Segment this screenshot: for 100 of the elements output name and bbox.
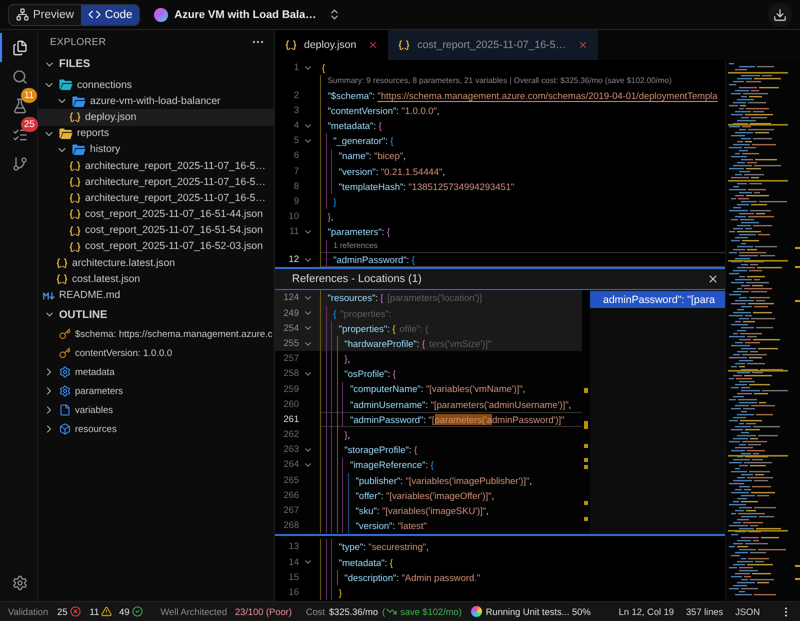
tree-item[interactable]: cost_report_2025-11-07_16-51-54.json (38, 222, 274, 239)
line-number: 257 (283, 354, 299, 364)
code-icon (88, 8, 101, 21)
line-number: 14 (288, 558, 299, 567)
code-line: "imageReference": { (350, 460, 434, 470)
toggle-button[interactable]: Preview (9, 4, 81, 24)
line-number: 8 (294, 182, 299, 192)
language-mode[interactable]: JSON (735, 606, 760, 616)
tree-item[interactable]: architecture.latest.json (38, 255, 274, 272)
outline-item[interactable]: variables (38, 400, 274, 420)
project-switcher[interactable]: Azure VM with Load Bala… (154, 8, 342, 22)
line-number: 11 (289, 227, 299, 237)
line-number: 265 (283, 476, 299, 485)
download-button[interactable] (768, 2, 792, 26)
cube-icon (59, 423, 71, 436)
status-label: Cost (306, 606, 325, 616)
code-line: } (333, 196, 336, 206)
code-line: } (338, 588, 342, 598)
outline-item[interactable]: resources (38, 420, 274, 439)
tree-item[interactable]: deploy.json (38, 109, 274, 126)
status-label: Validation (8, 606, 48, 616)
tree-item[interactable]: connections (38, 77, 274, 94)
tree-item[interactable]: architecture_report_2025-11-07_16-5… (38, 158, 274, 174)
line-number: 254 (283, 324, 299, 334)
key-icon (59, 328, 71, 340)
outline-item[interactable]: $schema: https://schema.management.azure.c (38, 324, 274, 344)
file-icon (59, 404, 71, 416)
close-icon[interactable] (707, 273, 719, 286)
code-lens[interactable]: Summary: 9 resources, 8 parameters, 21 variables | Overall cost: $325.36/mo (save $102.00/mo) (328, 77, 672, 86)
activity-item[interactable]: 25 (0, 120, 37, 149)
line-number: 4 (294, 121, 299, 130)
line-number: 267 (283, 506, 299, 516)
code-line: "contentVersion": "1.0.0.0", (328, 106, 440, 116)
savings-paren: ( (382, 606, 386, 616)
check-icon (132, 606, 142, 617)
settings-icon (12, 574, 28, 590)
code-line: "version": "0.21.1.54444", (338, 166, 445, 176)
code-line: { (322, 62, 326, 72)
passed-count: 49 (119, 606, 130, 616)
trend-down-icon (386, 606, 398, 617)
result-item[interactable]: adminPassword": "[para (590, 291, 725, 308)
braces-icon (285, 40, 297, 50)
overview-mark (584, 388, 588, 394)
braces-icon (69, 193, 81, 204)
code-lens[interactable]: 1 references (333, 242, 378, 250)
line-number: 15 (288, 572, 299, 582)
tree-item[interactable]: architecture_report_2025-11-07_16-5… (38, 174, 274, 190)
error-count: 25 (57, 606, 68, 616)
score-value: 23/100 (Poor) (235, 606, 292, 616)
section-header[interactable]: FILES (38, 54, 274, 74)
toggle-button[interactable]: Code (80, 4, 140, 24)
code-line: "version": "latest" (356, 521, 427, 531)
line-number: 1 (294, 62, 299, 72)
outline-item[interactable]: metadata (38, 362, 274, 382)
braces-icon (69, 209, 81, 220)
tree-item[interactable]: azure-vm-with-load-balancer (38, 93, 274, 110)
sidebar-title: EXPLORER (50, 36, 106, 48)
checklist-icon (12, 126, 28, 142)
braces-icon (69, 242, 81, 252)
outline-item[interactable]: contentVersion: 1.0.0.0 (38, 344, 274, 363)
line-number: 259 (283, 384, 299, 394)
markdown-icon (43, 292, 55, 300)
gear-icon (59, 366, 71, 378)
line-number: 7 (294, 166, 299, 176)
line-number: 2 (294, 90, 299, 100)
code-line: "metadata": { (328, 121, 382, 130)
line-number: 3 (294, 106, 299, 116)
line-number: 6 (294, 151, 299, 161)
code-line: }, (344, 430, 350, 440)
tree-item[interactable]: architecture_report_2025-11-07_16-5… (38, 190, 274, 206)
editor-tab[interactable]: cost_report_2025-11-07_16-5… (388, 30, 598, 60)
tree-item[interactable]: reports (38, 126, 274, 142)
line-number: 264 (283, 460, 299, 470)
line-number: 249 (283, 308, 299, 318)
tree-item[interactable]: cost_report_2025-11-07_16-52-03.json (38, 238, 274, 256)
section-header[interactable]: OUTLINE (38, 304, 274, 325)
close-icon[interactable] (368, 40, 378, 50)
tree-item[interactable]: history (38, 142, 274, 158)
overview-mark (584, 501, 588, 506)
code-line: }, (328, 212, 334, 222)
peek-title: References - Locations (1) (292, 273, 422, 286)
code-line: "sku": "[variables('imageSKU')]", (356, 506, 489, 516)
tree-item[interactable]: cost.latest.json (38, 271, 274, 288)
cursor-position[interactable]: Ln 12, Col 19 (618, 606, 674, 616)
key-icon (59, 347, 71, 360)
tree-item[interactable]: README.md (38, 287, 274, 304)
warning-icon (101, 606, 112, 617)
code-line: "metadata": { (338, 558, 393, 567)
tree-item[interactable]: cost_report_2025-11-07_16-51-44.json (38, 206, 274, 223)
code-line: "osProfile": { (344, 369, 396, 379)
code-line: "templateHash": "1385125734994293451" (338, 182, 514, 192)
line-number: 266 (283, 490, 299, 500)
outline-item[interactable]: parameters (38, 382, 274, 401)
code-line: { "properties": (333, 308, 392, 318)
code-line: "adminPassword": { (333, 255, 415, 265)
code-line: "adminUsername": "[parameters('adminUsername')]", (350, 400, 572, 410)
editor-tab[interactable]: deploy.json (275, 30, 388, 60)
files-icon (12, 40, 28, 56)
braces-icon (56, 274, 68, 285)
overview-mark (584, 421, 588, 430)
